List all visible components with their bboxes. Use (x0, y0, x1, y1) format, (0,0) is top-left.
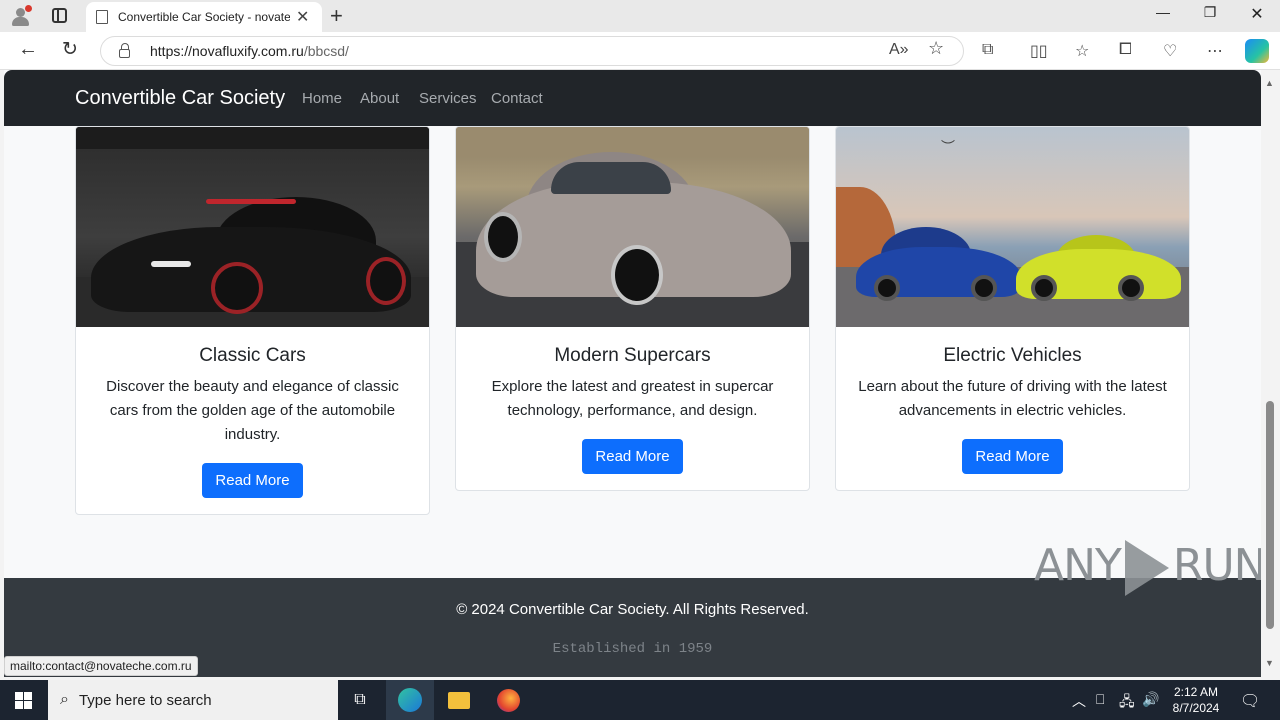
scroll-up-icon[interactable]: ▲ (1265, 78, 1274, 88)
minimize-icon[interactable]: — (1140, 4, 1186, 20)
url-host: https://novafluxify.com.ru (150, 43, 304, 59)
favorite-star-icon[interactable]: ☆ (928, 38, 944, 59)
card-text: Learn about the future of driving with t… (858, 378, 1167, 419)
start-icon[interactable] (15, 692, 32, 709)
split-screen-icon[interactable]: ▯▯ (1030, 41, 1048, 61)
notifications-icon[interactable]: 🗨 (1240, 691, 1260, 711)
play-icon (1124, 540, 1169, 596)
read-more-button[interactable]: Read More (202, 463, 303, 498)
card-classic-cars: Classic Cars Discover the beauty and ele… (75, 126, 430, 515)
read-more-button[interactable]: Read More (962, 439, 1063, 474)
close-tab-icon[interactable]: ✕ (296, 7, 309, 27)
clock-time: 2:12 AM (1173, 685, 1219, 699)
scroll-down-icon[interactable]: ▼ (1265, 658, 1274, 668)
url-input[interactable]: https://novafluxify.com.ru/bbcsd/ (100, 36, 964, 66)
electric-vehicles-image: ︶ (836, 127, 1189, 327)
card-title: Modern Supercars (554, 345, 711, 366)
browser-essentials-icon[interactable]: ♡ (1163, 41, 1177, 61)
nav-link-contact[interactable]: Contact (491, 90, 543, 107)
profile-icon[interactable] (8, 4, 32, 28)
supercar-image (456, 127, 809, 327)
scroll-thumb[interactable] (1266, 401, 1274, 629)
task-view-icon[interactable]: ⧉ (336, 680, 384, 720)
firefox-icon[interactable] (484, 680, 532, 720)
edge-taskbar-icon[interactable] (386, 680, 434, 720)
nav-link-services[interactable]: Services (419, 90, 477, 107)
nav-link-about[interactable]: About (360, 90, 399, 107)
card-title: Classic Cars (199, 345, 306, 366)
collections-icon[interactable]: ⧠ (1119, 41, 1132, 59)
new-tab-icon[interactable]: + (330, 3, 343, 29)
established-text: Established in 1959 (552, 641, 713, 657)
taskbar-search-box[interactable]: ⌕ Type here to search (48, 680, 338, 720)
read-more-button[interactable]: Read More (582, 439, 683, 474)
site-brand[interactable]: Convertible Car Society (75, 87, 285, 110)
restore-icon[interactable]: ❐ (1187, 4, 1233, 21)
status-link-preview: mailto:contact@novateche.com.ru (4, 656, 198, 676)
url-path: /bbcsd/ (303, 43, 349, 59)
windows-taskbar: ⌕ Type here to search ⧉ ︿ ⎕ 🖧 🔊 2:12 AM … (0, 680, 1280, 720)
card-title: Electric Vehicles (943, 345, 1082, 366)
taskbar-clock[interactable]: 2:12 AM 8/7/2024 (1166, 684, 1226, 716)
volume-icon[interactable]: 🔊 (1142, 691, 1159, 708)
page-scrollbar[interactable]: ▲ ▼ (1261, 70, 1280, 677)
back-icon[interactable]: ← (18, 38, 38, 61)
extensions-icon[interactable]: ⧉ (982, 41, 993, 59)
meet-now-icon[interactable]: ⎕ (1096, 691, 1104, 708)
anyrun-watermark: ANY RUN (1034, 540, 1267, 596)
show-hidden-icons[interactable]: ︿ (1072, 691, 1086, 711)
lock-icon[interactable] (119, 42, 130, 58)
classic-car-image (76, 127, 429, 327)
page-icon (96, 10, 108, 24)
tab-title: Convertible Car Society - novateche (118, 10, 290, 24)
card-electric-vehicles: ︶ Electric Vehicles Learn about the futu… (835, 126, 1190, 491)
network-icon[interactable]: 🖧 (1119, 691, 1135, 715)
browser-tab-bar: Convertible Car Society - novateche ✕ + … (0, 0, 1280, 32)
browser-tab[interactable]: Convertible Car Society - novateche ✕ (86, 2, 322, 32)
card-text: Discover the beauty and elegance of clas… (106, 378, 399, 443)
refresh-icon[interactable]: ↻ (62, 38, 78, 61)
address-toolbar: ← ↻ https://novafluxify.com.ru/bbcsd/ A»… (0, 32, 1280, 70)
card-modern-supercars: Modern Supercars Explore the latest and … (455, 126, 810, 491)
read-aloud-icon[interactable]: A» (889, 41, 909, 59)
card-text: Explore the latest and greatest in super… (491, 378, 774, 419)
search-placeholder: Type here to search (78, 691, 212, 709)
search-icon: ⌕ (60, 691, 69, 708)
site-navbar: Convertible Car Society Home About Servi… (4, 70, 1261, 126)
close-window-icon[interactable]: ✕ (1234, 4, 1280, 24)
favorites-icon[interactable]: ☆ (1075, 41, 1089, 61)
nav-link-home[interactable]: Home (302, 90, 342, 107)
copilot-icon[interactable] (1245, 39, 1269, 63)
file-explorer-icon[interactable] (435, 680, 483, 720)
more-menu-icon[interactable]: ⋯ (1207, 41, 1223, 61)
tab-actions-icon[interactable] (52, 8, 67, 23)
clock-date: 8/7/2024 (1172, 701, 1220, 715)
copyright-text: © 2024 Convertible Car Society. All Righ… (456, 601, 809, 618)
